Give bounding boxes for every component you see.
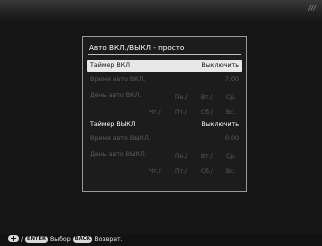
off-time-value: 0:00	[224, 135, 239, 142]
off-time-row[interactable]: Время авто ВЫКЛ. 0:00	[87, 133, 242, 145]
on-time-label: Время авто ВКЛ.	[90, 76, 146, 83]
off-timer-row[interactable]: Таймер ВЫКЛ Выключить	[87, 119, 242, 131]
on-day-wed: Ср.	[226, 94, 236, 101]
auto-on-off-dialog: Авто ВКЛ./ВЫКЛ - просто Таймер ВКЛ Выклю…	[82, 36, 247, 192]
off-days-row[interactable]: День авто ВЫКЛ.	[87, 149, 242, 161]
dpad-icon	[8, 235, 19, 242]
off-day-tue: Вт./	[201, 153, 213, 160]
on-day-fri: Пт./	[175, 109, 187, 116]
on-timer-value: Выключить	[201, 62, 239, 69]
off-day-sat: Сб./	[201, 168, 213, 175]
top-status-strip: ///	[0, 0, 322, 23]
select-hint-label: Выбор	[49, 236, 71, 243]
off-time-label: Время авто ВЫКЛ.	[90, 135, 151, 142]
on-day-sun: Вс.	[226, 109, 236, 116]
title-divider	[88, 54, 241, 55]
on-time-value: 7:00	[224, 76, 239, 83]
back-hint-label: Возврат.	[94, 236, 123, 243]
off-timer-label: Таймер ВЫКЛ	[90, 121, 136, 128]
back-key-badge: BACK	[72, 236, 93, 243]
on-timer-row[interactable]: Таймер ВКЛ Выключить	[87, 60, 242, 72]
off-timer-value: Выключить	[201, 121, 239, 128]
on-day-sat: Сб./	[201, 109, 213, 116]
hint-separator: /	[20, 236, 24, 243]
on-day-thu: Чт./	[149, 109, 161, 116]
on-day-mon: Пн./	[175, 94, 188, 101]
brand-mark-icon: ///	[308, 4, 316, 12]
off-days-label: День авто ВЫКЛ.	[90, 151, 147, 158]
dialog-title: Авто ВКЛ./ВЫКЛ - просто	[89, 43, 185, 52]
on-time-row[interactable]: Время авто ВКЛ. 7:00	[87, 74, 242, 86]
on-timer-label: Таймер ВКЛ	[90, 62, 130, 69]
off-day-fri: Пт./	[175, 168, 187, 175]
enter-key-badge: ENTER	[25, 236, 48, 243]
off-day-thu: Чт./	[149, 168, 161, 175]
off-day-sun: Вс.	[226, 168, 236, 175]
hint-bar: / ENTER Выбор BACK Возврат.	[0, 234, 322, 246]
on-days-label: День авто ВКЛ.	[90, 92, 142, 99]
off-day-mon: Пн./	[175, 153, 188, 160]
hint-text: / ENTER Выбор BACK Возврат.	[8, 235, 123, 243]
frame-screen: /// Авто ВКЛ./ВЫКЛ - просто Таймер ВКЛ В…	[0, 0, 322, 246]
on-days-row[interactable]: День авто ВКЛ.	[87, 90, 242, 102]
on-day-tue: Вт./	[201, 94, 213, 101]
off-day-wed: Ср.	[226, 153, 236, 160]
